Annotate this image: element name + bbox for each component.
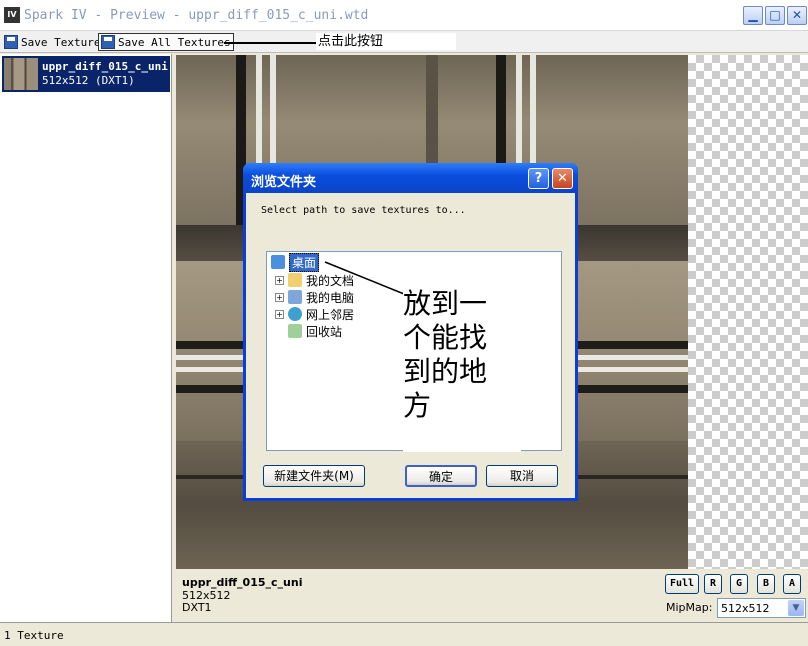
channel-g-button[interactable]: G — [730, 574, 748, 594]
list-item-info: 512x512 (DXT1) — [42, 74, 135, 87]
minimize-icon: ▁ — [748, 8, 758, 22]
tree-item-network[interactable]: + 网上邻居 — [275, 306, 354, 322]
dialog-body: Select path to save textures to... 桌面 + … — [246, 193, 575, 498]
list-item-name: uppr_diff_015_c_uni — [42, 60, 168, 73]
annotation-click-this-button: 点击此按钮 — [316, 33, 456, 50]
folder-tree[interactable]: 桌面 + 我的文档 + 我的电脑 + 网上邻居 回收站 放到一 个能找 到的地 … — [266, 251, 562, 452]
annotation-arrow-line — [224, 42, 316, 44]
close-icon: ✕ — [557, 171, 568, 186]
mipmap-select[interactable]: 512x512 ▼ — [717, 598, 806, 618]
help-button[interactable]: ? — [528, 168, 549, 189]
status-bar: 1 Texture — [0, 622, 808, 646]
title-bar: IV Spark IV - Preview - uppr_diff_015_c_… — [0, 0, 808, 31]
network-icon — [288, 307, 302, 321]
mipmap-value: 512x512 — [721, 602, 770, 615]
channel-r-button[interactable]: R — [704, 574, 722, 594]
recycle-bin-icon — [288, 324, 302, 338]
texture-thumbnail — [4, 58, 38, 90]
close-icon: ✕ — [791, 8, 803, 22]
chevron-down-icon: ▼ — [788, 600, 804, 616]
tree-item-label: 桌面 — [289, 252, 320, 272]
browse-folder-dialog: 浏览文件夹 ? ✕ Select path to save textures t… — [243, 163, 578, 501]
tree-item-label: 网上邻居 — [306, 307, 355, 322]
tree-item-recycle-bin[interactable]: 回收站 — [288, 323, 342, 339]
expand-icon[interactable]: + — [275, 275, 284, 285]
expand-icon[interactable]: + — [275, 309, 284, 319]
help-icon: ? — [534, 171, 543, 186]
channel-full-button[interactable]: Full — [665, 574, 699, 594]
annotation-background: 放到一 个能找 到的地 方 — [403, 282, 521, 452]
save-texture-button[interactable]: Save Texture — [2, 33, 102, 51]
new-folder-button[interactable]: 新建文件夹(M) — [263, 465, 365, 487]
tree-item-desktop[interactable]: 桌面 — [271, 252, 320, 272]
annotation-arrow — [324, 261, 410, 297]
cancel-button[interactable]: 取消 — [486, 465, 558, 487]
dialog-close-button[interactable]: ✕ — [552, 168, 573, 189]
maximize-button[interactable]: □ — [765, 6, 785, 25]
tree-item-label: 回收站 — [306, 324, 343, 339]
save-all-textures-button[interactable]: Save All Textures — [98, 33, 234, 51]
dialog-prompt: Select path to save textures to... — [261, 205, 466, 216]
texture-info-panel: uppr_diff_015_c_uni 512x512 DXT1 Full R … — [176, 572, 808, 622]
ok-button[interactable]: 确定 — [405, 465, 477, 487]
channel-b-button[interactable]: B — [757, 574, 775, 594]
annotation-line-4: 方 — [403, 389, 432, 422]
list-item[interactable]: uppr_diff_015_c_uni 512x512 (DXT1) — [2, 56, 170, 92]
minimize-button[interactable]: ▁ — [743, 6, 763, 25]
save-texture-label: Save Texture — [21, 35, 101, 49]
floppy-disk-icon — [4, 35, 18, 49]
dialog-title-bar: 浏览文件夹 ? ✕ — [243, 163, 578, 193]
dialog-title: 浏览文件夹 — [251, 175, 317, 190]
mipmap-label: MipMap: — [666, 601, 713, 614]
maximize-icon: □ — [769, 8, 781, 22]
desktop-icon — [271, 255, 285, 269]
app-icon: IV — [4, 7, 20, 23]
window-title: Spark IV - Preview - uppr_diff_015_c_uni… — [24, 8, 369, 23]
documents-folder-icon — [288, 273, 302, 287]
close-button[interactable]: ✕ — [787, 6, 807, 25]
info-texture-format: DXT1 — [182, 601, 212, 614]
status-text: 1 Texture — [4, 629, 64, 642]
expand-icon[interactable]: + — [275, 292, 284, 302]
info-texture-name: uppr_diff_015_c_uni — [182, 576, 303, 589]
texture-list: uppr_diff_015_c_uni 512x512 (DXT1) — [0, 54, 172, 622]
save-all-label: Save All Textures — [118, 35, 231, 49]
channel-a-button[interactable]: A — [783, 574, 801, 594]
floppy-disk-icon — [101, 35, 115, 49]
computer-icon — [288, 290, 302, 304]
